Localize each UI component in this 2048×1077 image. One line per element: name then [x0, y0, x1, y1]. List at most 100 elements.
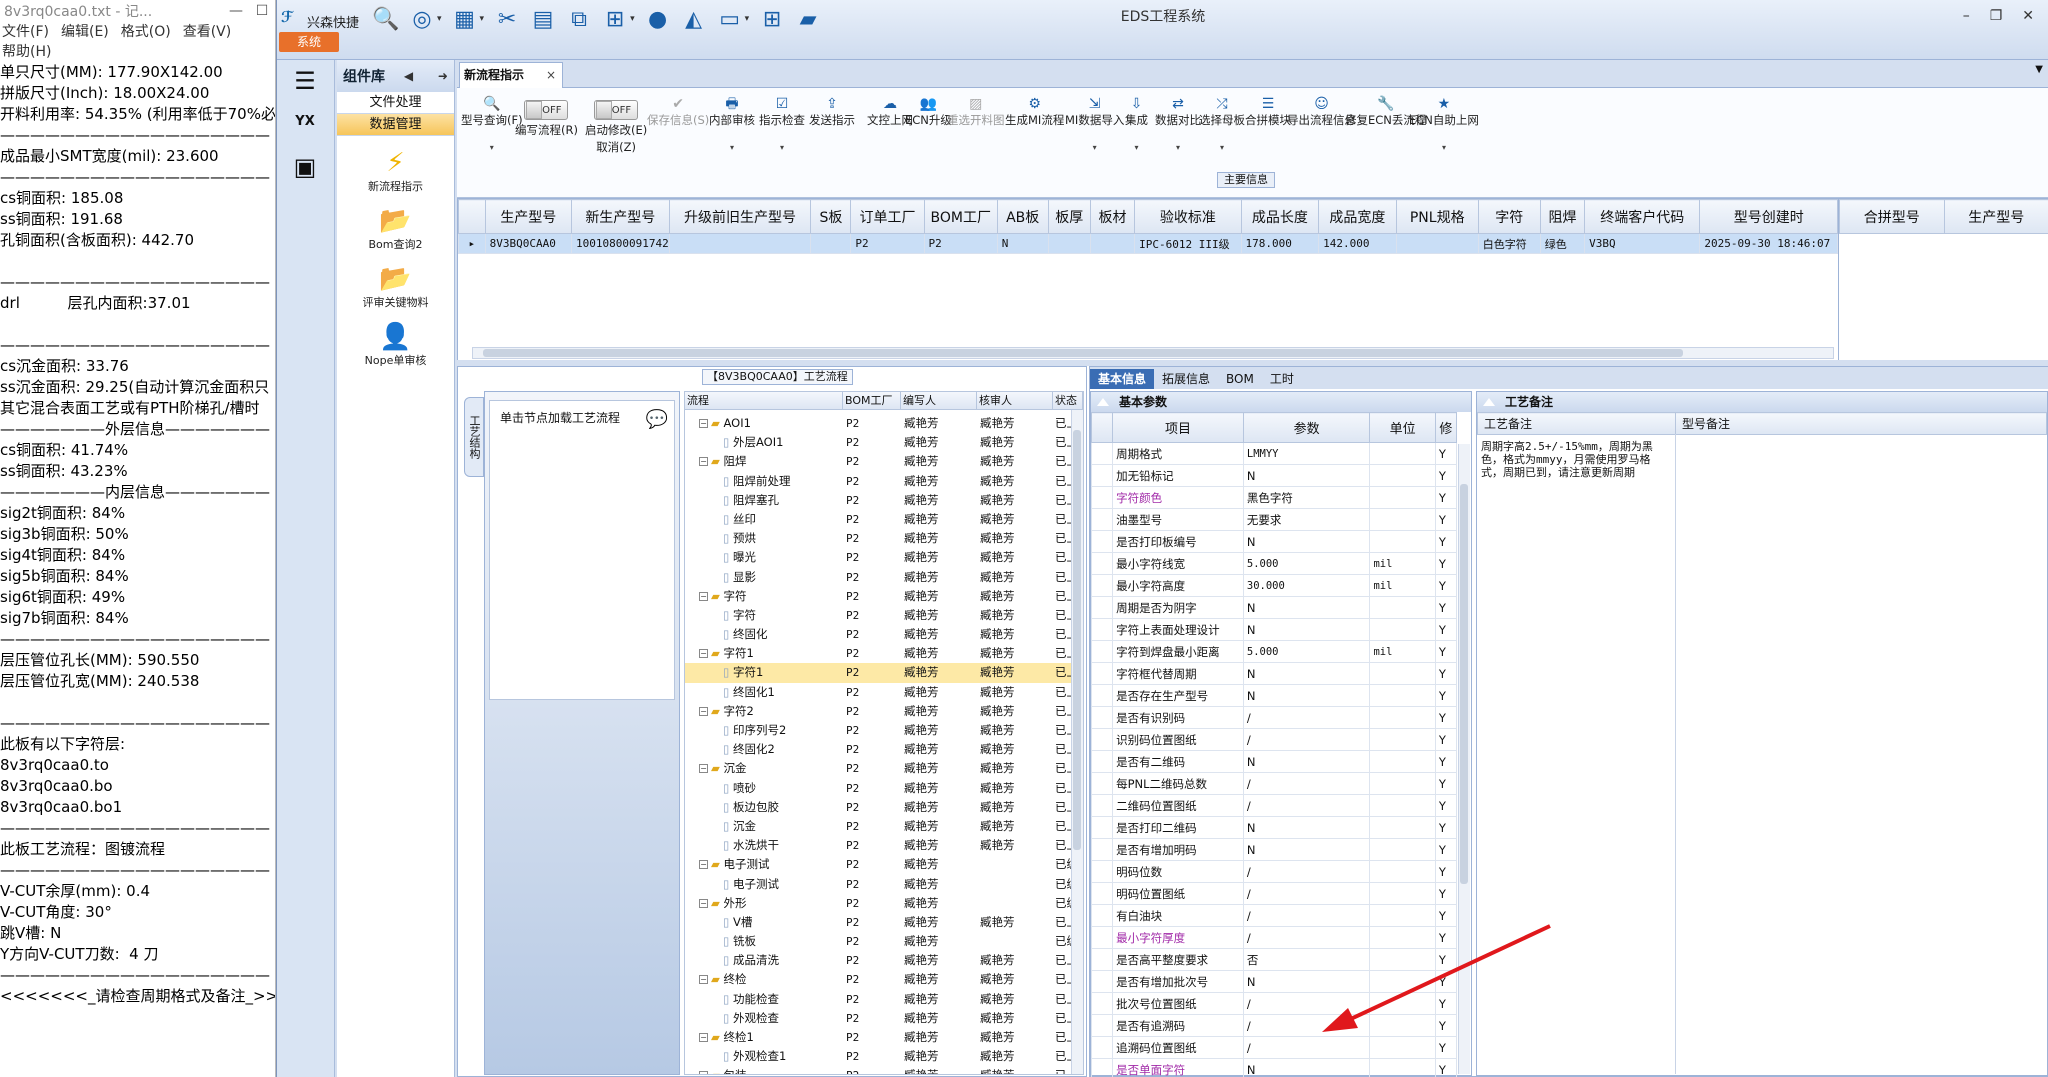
process-tree-row[interactable]: − ▰ 沉金 P2 臧艳芳 臧艳芳 已上R: [685, 759, 1083, 778]
process-tree-row[interactable]: −▰ 电子测试P2臧艳芳已编写: [685, 855, 1083, 874]
chevron-down-icon[interactable]: ▾: [745, 14, 750, 24]
collapse-icon[interactable]: −: [699, 1071, 708, 1074]
param-row[interactable]: 周期格式 LMMYY Y: [1090, 442, 1458, 465]
grid-cell[interactable]: P2: [923, 233, 998, 254]
user-icon[interactable]: ●: [645, 6, 671, 32]
collapse-icon[interactable]: −: [699, 1033, 708, 1042]
minimize-icon[interactable]: –: [1963, 8, 1970, 24]
process-tree-row[interactable]: ▯ 外观检查 P2 臧艳芳 臧艳芳 已上R: [685, 1009, 1083, 1028]
process-tree-row[interactable]: − ▰ 字符1 P2 臧艳芳 臧艳芳 已上R: [685, 644, 1083, 663]
grid-cell[interactable]: N: [996, 233, 1049, 254]
param-row[interactable]: 油墨型号 无要求 Y: [1090, 508, 1458, 531]
system-tab[interactable]: 系统: [279, 32, 339, 52]
collapse-icon[interactable]: −: [699, 706, 708, 716]
process-tree-row[interactable]: ▯ 铣板P2臧艳芳已编写: [685, 932, 1083, 951]
grid-cell[interactable]: 10010800091742: [571, 233, 670, 254]
ribbon-star-button[interactable]: ★ ECN自助上网 ▾: [1409, 96, 1479, 152]
process-tree-row[interactable]: ▯ 沉金 P2 臧艳芳 臧艳芳 已上R: [685, 817, 1083, 836]
col-header[interactable]: BOM工厂: [923, 199, 998, 234]
grid-cell[interactable]: IPC-6012 III级: [1134, 233, 1242, 254]
ribbon-list-button[interactable]: ☰ 合拼模块: [1245, 96, 1291, 129]
col-header[interactable]: 验收标准: [1134, 199, 1242, 234]
process-tree-row[interactable]: ▯ 预烘 P2 臧艳芳 臧艳芳 已上R: [685, 529, 1083, 548]
close-icon[interactable]: ✕: [2022, 8, 2034, 24]
toolbox-icon[interactable]: ▣: [287, 152, 323, 182]
process-tree-row[interactable]: ▯ 喷砂 P2 臧艳芳 臧艳芳 已上R: [685, 779, 1083, 798]
collapse-left-icon[interactable]: ◀: [404, 69, 413, 83]
menu-file[interactable]: 文件(F): [2, 22, 49, 42]
col-header[interactable]: 字符: [1477, 199, 1541, 234]
process-tree-row[interactable]: ▯ 外层AOI1 P2 臧艳芳 臧艳芳 已上R: [685, 433, 1083, 452]
param-row[interactable]: 字符颜色 黑色字符 Y: [1090, 486, 1458, 509]
process-tree-row[interactable]: ▯ 阻焊塞孔 P2 臧艳芳 臧艳芳 已上R: [685, 491, 1083, 510]
ribbon-search-button[interactable]: 🔍 型号查询(F) ▾: [461, 96, 523, 152]
process-tree-row[interactable]: ▯ 外观检查1 P2 臧艳芳 臧艳芳 已上R: [685, 1047, 1083, 1066]
process-tree-row[interactable]: −▰ 包装P2臧艳芳臧艳芳已上R: [685, 1066, 1083, 1074]
tab-extended-info[interactable]: 拓展信息: [1154, 369, 1218, 389]
comp-item-review-material[interactable]: 📂 评审关键物料: [337, 264, 454, 310]
chevron-down-icon[interactable]: ▾: [1093, 143, 1097, 152]
hamburger-menu-icon[interactable]: ☰: [287, 66, 323, 96]
col-bom-factory[interactable]: BOM工厂: [843, 392, 901, 409]
col-modify[interactable]: 修: [1434, 412, 1458, 443]
col-header[interactable]: 终端客户代码: [1584, 199, 1701, 234]
grid-cell[interactable]: [1047, 233, 1091, 254]
process-tree-row[interactable]: − ▰ AOI1 P2 臧艳芳 臧艳芳 已上R: [685, 414, 1083, 433]
table-icon[interactable]: ▦: [452, 6, 478, 32]
process-tree-row[interactable]: ▯ V槽 P2 臧艳芳 臧艳芳 已上R: [685, 913, 1083, 932]
col-header[interactable]: 新生产型号: [571, 199, 670, 234]
comp-file-processing[interactable]: 文件处理: [337, 92, 454, 114]
grid-cell[interactable]: 8V3BQ0CAA0: [484, 233, 573, 254]
param-row[interactable]: 字符框代替周期 N Y: [1090, 662, 1458, 685]
param-row[interactable]: 周期是否为阴字 N Y: [1090, 596, 1458, 619]
ribbon-compare-button[interactable]: ⇄ 数据对比 ▾: [1155, 96, 1201, 152]
chevron-down-icon[interactable]: ▾: [1220, 143, 1224, 152]
process-tree-row[interactable]: − ▰ 字符2 P2 臧艳芳 臧艳芳 已上R: [685, 702, 1083, 721]
ribbon-upload-button[interactable]: ⇪ 发送指示: [809, 96, 855, 129]
col-param[interactable]: 参数: [1242, 412, 1371, 443]
ribbon-check-button[interactable]: ✔ 保存信息(S): [647, 96, 709, 129]
collapse-icon[interactable]: −: [699, 860, 708, 870]
param-row[interactable]: 最小字符线宽 5.000 mil Y: [1090, 552, 1458, 575]
param-row[interactable]: 识别码位置图纸 / Y: [1090, 728, 1458, 751]
process-tree-row[interactable]: ▯ 丝印 P2 臧艳芳 臧艳芳 已上R: [685, 510, 1083, 529]
process-tree-row[interactable]: ▯ 终固化2 P2 臧艳芳 臧艳芳 已上R: [685, 740, 1083, 759]
param-row[interactable]: 是否有增加明码 N Y: [1090, 838, 1458, 861]
process-structure-tab[interactable]: 工艺结构: [464, 397, 484, 477]
book-icon[interactable]: ▰: [795, 6, 821, 32]
grid-cell[interactable]: [668, 233, 812, 254]
grid-cell[interactable]: [1089, 233, 1136, 254]
param-row[interactable]: 是否存在生产型号 N Y: [1090, 684, 1458, 707]
close-icon[interactable]: ×: [546, 63, 556, 87]
param-row[interactable]: 是否有二维码 N Y: [1090, 750, 1458, 773]
param-row[interactable]: 最小字符厚度 / Y: [1090, 926, 1458, 949]
menu-view[interactable]: 查看(V): [183, 22, 232, 42]
copy-icon[interactable]: ⧉: [566, 6, 592, 32]
process-tree-row[interactable]: ▯ 显影 P2 臧艳芳 臧艳芳 已上R: [685, 568, 1083, 587]
col-item[interactable]: 项目: [1112, 412, 1244, 443]
ribbon-shuffle-button[interactable]: ⤮ 选择母板 ▾: [1199, 96, 1245, 152]
comp-item-new-process[interactable]: ⚡ 新流程指示: [337, 148, 454, 194]
minimize-icon[interactable]: —: [223, 3, 249, 19]
grid-cell[interactable]: 2025-09-30 18:46:07: [1699, 233, 1838, 254]
horizontal-scrollbar[interactable]: [472, 347, 1834, 359]
monitor-icon[interactable]: ▭: [717, 6, 743, 32]
comp-item-nope-review[interactable]: 👤 Nope单审核: [337, 322, 454, 368]
tree-vertical-scrollbar[interactable]: [1071, 410, 1083, 1074]
maximize-icon[interactable]: ☐: [249, 3, 275, 19]
collapse-icon[interactable]: −: [699, 898, 708, 908]
process-tree-row[interactable]: ▯ 阻焊前处理 P2 臧艳芳 臧艳芳 已上R: [685, 472, 1083, 491]
grid-cell[interactable]: [810, 233, 852, 254]
process-tree-row[interactable]: ▯ 成品清洗 P2 臧艳芳 臧艳芳 已上R: [685, 951, 1083, 970]
restore-icon[interactable]: ❐: [1990, 8, 2003, 24]
col-writer[interactable]: 编写人: [901, 392, 977, 409]
param-row[interactable]: 是否有识别码 / Y: [1090, 706, 1458, 729]
ribbon-import-button[interactable]: ⇲ MI数据导入 ▾: [1065, 96, 1124, 152]
col-unit[interactable]: 单位: [1369, 412, 1436, 443]
grid-cell[interactable]: 白色字符: [1477, 233, 1541, 254]
param-row[interactable]: 有白油块 / Y: [1090, 904, 1458, 927]
col-header[interactable]: 成品宽度: [1318, 199, 1397, 234]
process-tree-row[interactable]: − ▰ 阻焊 P2 臧艳芳 臧艳芳 已上R: [685, 452, 1083, 471]
param-row[interactable]: 明码位置图纸 / Y: [1090, 882, 1458, 905]
param-row[interactable]: 每PNL二维码总数 / Y: [1090, 772, 1458, 795]
